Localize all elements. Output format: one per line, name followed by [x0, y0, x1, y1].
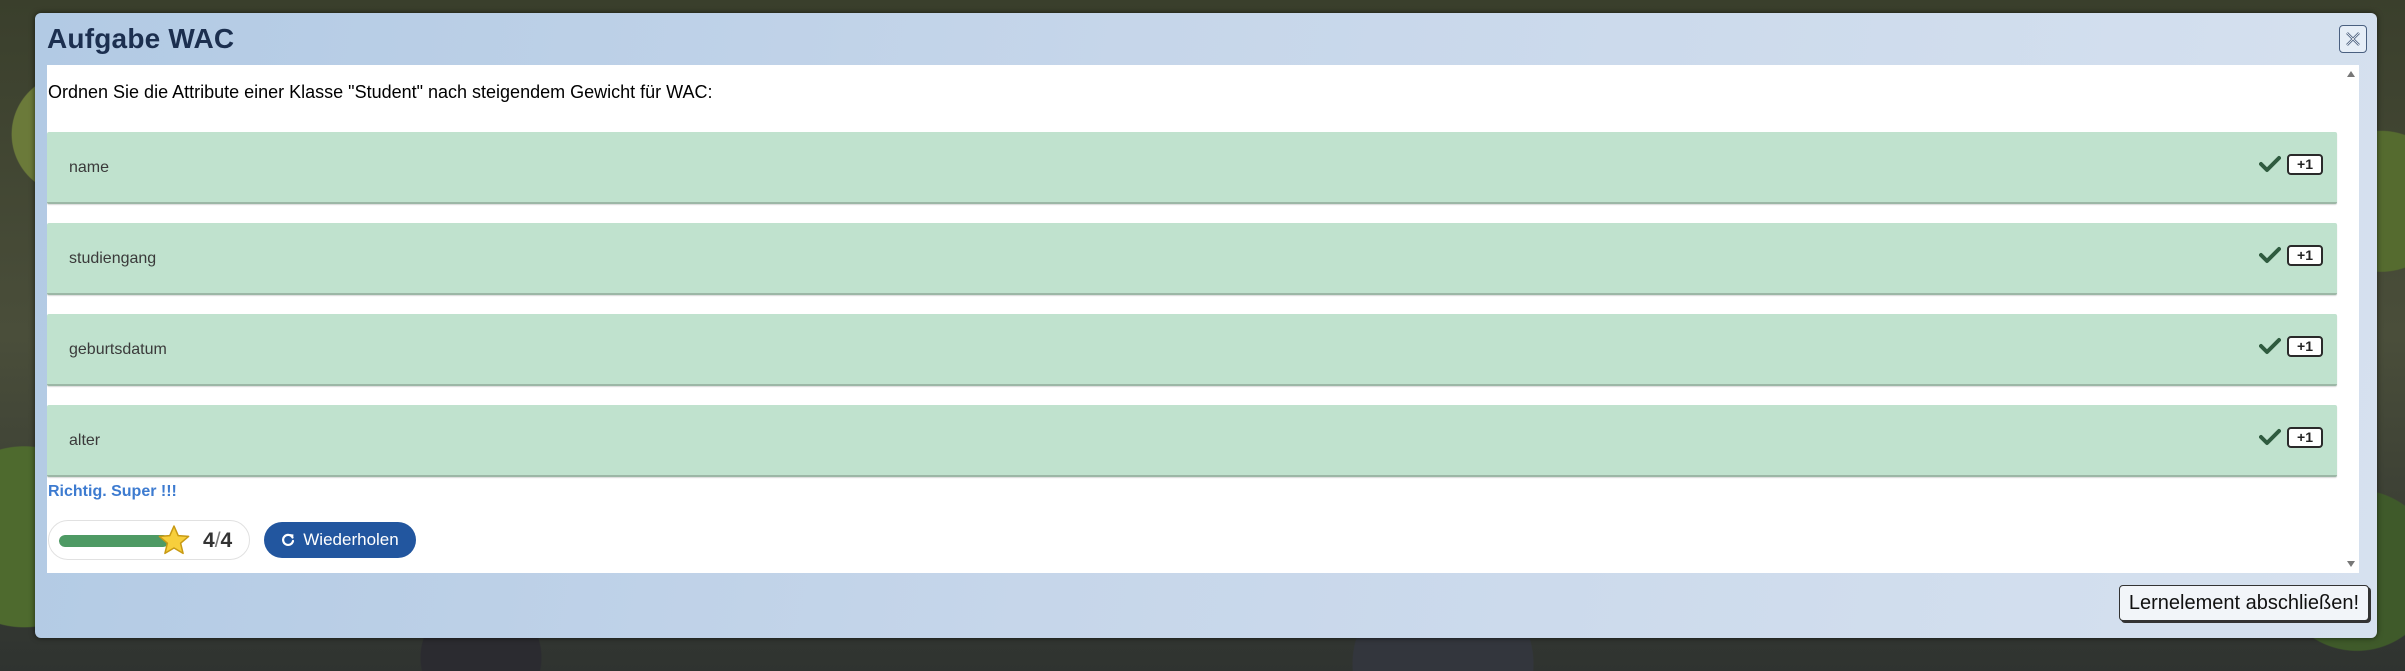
check-icon [2259, 338, 2281, 354]
sortable-item-alter[interactable]: alter +1 [47, 405, 2337, 477]
points-badge: +1 [2287, 427, 2323, 448]
sortable-item-studiengang[interactable]: studiengang +1 [47, 223, 2337, 295]
sortable-item-name[interactable]: name +1 [47, 132, 2337, 204]
task-content[interactable]: Ordnen Sie die Attribute einer Klasse "S… [47, 65, 2359, 573]
feedback-message: Richtig. Super !!! [48, 483, 177, 500]
sortable-item-geburtsdatum[interactable]: geburtsdatum +1 [47, 314, 2337, 386]
scroll-up-arrow[interactable] [2347, 71, 2355, 77]
points-badge: +1 [2287, 245, 2323, 266]
score-indicator: 4/4 [48, 520, 250, 560]
close-icon [2346, 32, 2360, 46]
progress-bar-fill [59, 535, 169, 547]
item-label: name [69, 159, 110, 176]
score-total: 4 [220, 529, 233, 552]
item-label: studiengang [69, 250, 157, 267]
scroll-down-arrow[interactable] [2347, 561, 2355, 567]
finish-learning-element-button[interactable]: Lernelement abschließen! [2118, 585, 2369, 621]
close-button[interactable] [2339, 25, 2367, 53]
repeat-button-label: Wiederholen [303, 530, 399, 549]
task-dialog: Aufgabe WAC Ordnen Sie die Attribute ein… [35, 13, 2377, 638]
item-label: alter [69, 432, 101, 449]
dialog-title: Aufgabe WAC [47, 23, 235, 54]
points-badge: +1 [2287, 154, 2323, 175]
repeat-button[interactable]: Wiederholen [264, 522, 416, 558]
star-icon [158, 525, 190, 555]
item-label: geburtsdatum [69, 341, 167, 358]
check-icon [2259, 247, 2281, 263]
check-icon [2259, 429, 2281, 445]
score-current: 4 [203, 529, 215, 552]
refresh-icon [282, 533, 295, 546]
check-icon [2259, 156, 2281, 172]
score-text: 4/4 [203, 529, 232, 553]
progress-bar [59, 535, 169, 547]
points-badge: +1 [2287, 336, 2323, 357]
task-prompt: Ordnen Sie die Attribute einer Klasse "S… [48, 82, 713, 102]
